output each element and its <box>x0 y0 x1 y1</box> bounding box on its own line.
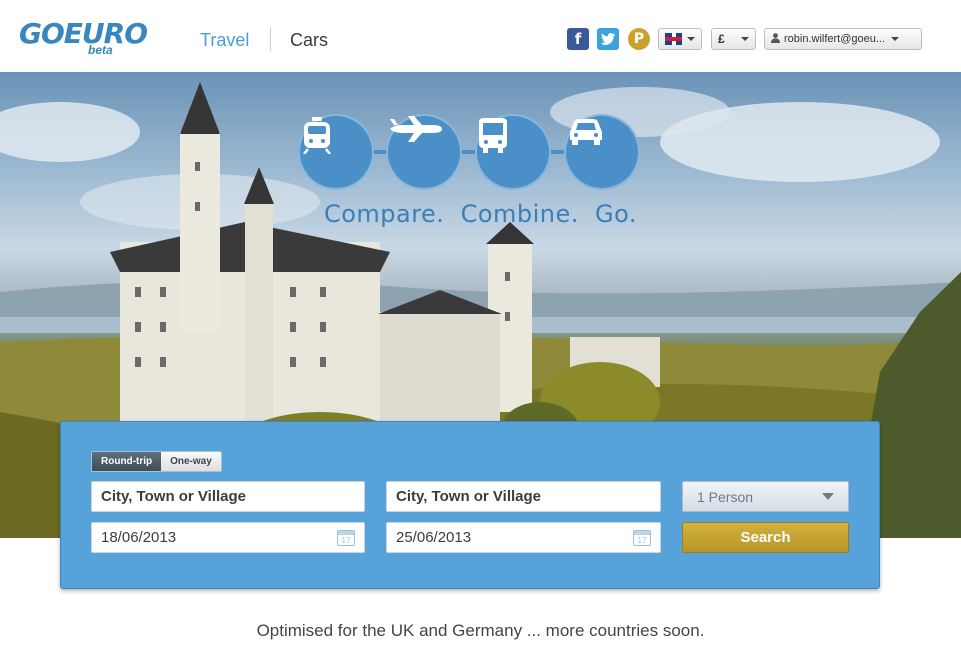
chevron-down-icon <box>741 37 749 41</box>
language-selector[interactable] <box>658 28 702 50</box>
destination-input[interactable]: City, Town or Village <box>386 481 661 512</box>
nav-travel[interactable]: Travel <box>200 30 249 51</box>
tagline-word: Compare. <box>323 200 445 228</box>
uk-flag-icon <box>665 33 682 45</box>
train-mode-icon <box>298 114 374 190</box>
passenger-value: 1 Person <box>697 488 754 505</box>
round-trip-tab[interactable]: Round-trip <box>92 452 162 471</box>
chevron-down-icon <box>891 37 900 41</box>
nav-divider <box>270 27 271 51</box>
tagline: Compare. Combine. Go. <box>0 200 961 228</box>
calendar-icon[interactable]: 17 <box>633 529 651 546</box>
twitter-icon[interactable] <box>597 28 619 50</box>
top-header: GOEURO beta Travel Cars f P £ robin.wilf… <box>0 0 961 72</box>
user-icon <box>771 32 780 46</box>
currency-selector[interactable]: £ <box>711 28 756 50</box>
tagline-word: Go. <box>595 200 638 228</box>
logo-beta-label: beta <box>88 43 113 57</box>
destination-placeholder: City, Town or Village <box>396 488 542 505</box>
calendar-icon[interactable]: 17 <box>337 529 355 546</box>
origin-input[interactable]: City, Town or Village <box>91 481 365 512</box>
depart-date-input[interactable]: 18/06/2013 17 <box>91 522 365 553</box>
passenger-select[interactable]: 1 Person <box>682 481 849 512</box>
plane-mode-icon <box>386 114 462 190</box>
user-menu[interactable]: robin.wilfert@goeu... <box>764 28 922 50</box>
tagline-word: Combine. <box>460 200 579 228</box>
search-panel: Round-trip One-way City, Town or Village… <box>60 421 880 589</box>
chevron-down-icon <box>822 493 834 500</box>
search-button[interactable]: Search <box>682 522 849 553</box>
goeuro-logo[interactable]: GOEURO beta <box>19 18 159 62</box>
chevron-down-icon <box>687 37 695 41</box>
trip-type-toggle: Round-trip One-way <box>91 451 222 472</box>
user-email: robin.wilfert@goeu... <box>784 33 886 45</box>
coverage-note: Optimised for the UK and Germany ... mor… <box>256 621 705 640</box>
return-date-input[interactable]: 25/06/2013 17 <box>386 522 661 553</box>
pinterest-icon[interactable]: P <box>628 28 650 50</box>
currency-label: £ <box>718 32 725 46</box>
return-date-value: 25/06/2013 <box>396 529 472 546</box>
one-way-tab[interactable]: One-way <box>161 452 221 471</box>
depart-date-value: 18/06/2013 <box>101 529 177 546</box>
facebook-icon[interactable]: f <box>567 28 589 50</box>
car-mode-icon <box>564 114 640 190</box>
nav-cars[interactable]: Cars <box>290 30 328 51</box>
logo-text: GOEURO <box>19 17 148 50</box>
bus-mode-icon <box>475 114 551 190</box>
origin-placeholder: City, Town or Village <box>101 488 247 505</box>
